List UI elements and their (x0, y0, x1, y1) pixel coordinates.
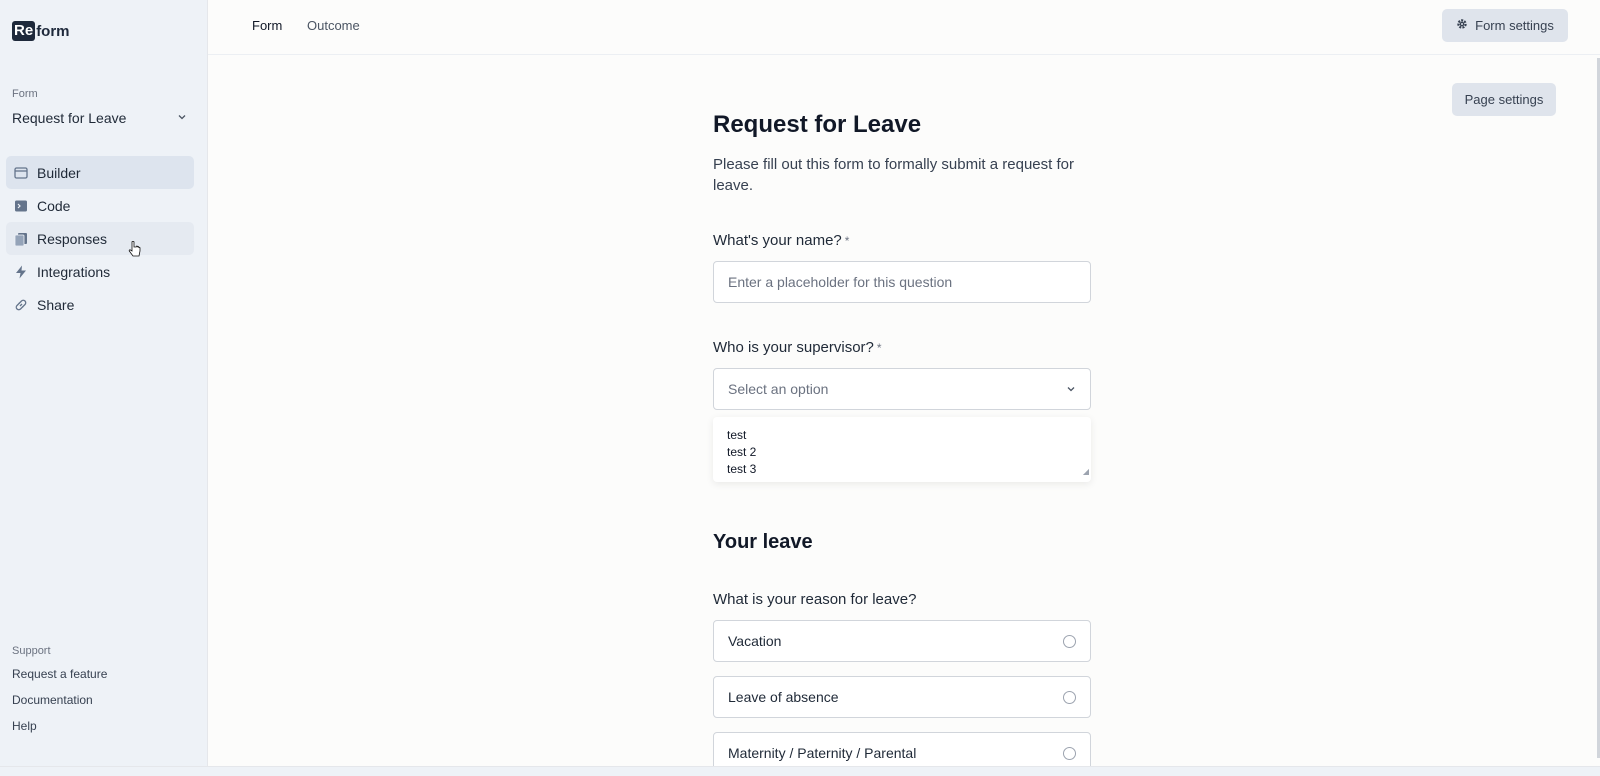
question-label-text: What's your name? (713, 232, 842, 249)
tab-form[interactable]: Form (252, 18, 282, 33)
logo-prefix: Re (12, 21, 36, 41)
form-description[interactable]: Please fill out this form to formally su… (713, 154, 1093, 196)
question-reason-label[interactable]: What is your reason for leave? (713, 591, 916, 608)
required-marker: * (876, 341, 882, 355)
support-section: Support Request a feature Documentation … (12, 645, 107, 745)
form-switcher-label: Request for Leave (12, 110, 127, 126)
tab-outcome[interactable]: Outcome (307, 18, 360, 33)
logo-suffix: form (36, 22, 70, 40)
documents-icon (14, 232, 28, 246)
sidebar-item-label: Share (37, 296, 75, 313)
top-bar: Form Outcome Form settings (208, 0, 1600, 55)
option-item: test 3 (727, 462, 757, 476)
form-section-label: Form (12, 88, 38, 100)
question-supervisor-label[interactable]: Who is your supervisor? * (713, 339, 882, 356)
request-feature-link[interactable]: Request a feature (12, 667, 107, 681)
radio-option-label: Maternity / Paternity / Parental (728, 745, 917, 761)
form-title[interactable]: Request for Leave (713, 111, 921, 139)
lightning-icon (14, 265, 28, 279)
reform-logo[interactable]: Re form (12, 21, 70, 41)
help-link[interactable]: Help (12, 719, 107, 733)
browser-window-icon (14, 166, 28, 180)
question-name-label[interactable]: What's your name? * (713, 232, 849, 249)
radio-circle-icon[interactable] (1063, 690, 1076, 704)
form-settings-label: Form settings (1475, 18, 1554, 33)
page-settings-button[interactable]: Page settings (1452, 83, 1556, 116)
resize-handle-icon[interactable]: ◢ (1083, 463, 1089, 480)
sidebar-item-label: Responses (37, 230, 108, 247)
support-label: Support (12, 645, 51, 657)
gear-icon (1456, 18, 1468, 33)
name-input-placeholder: Enter a placeholder for this question (728, 274, 953, 290)
supervisor-select[interactable]: Select an option (713, 368, 1091, 410)
radio-option-label: Vacation (728, 633, 782, 649)
radio-circle-icon[interactable] (1063, 746, 1076, 760)
radio-circle-icon[interactable] (1063, 634, 1076, 648)
question-label-text: What is your reason for leave? (713, 591, 917, 608)
sidebar-item-label: Integrations (37, 263, 111, 280)
section-title[interactable]: Your leave (713, 531, 813, 554)
sidebar-item-integrations[interactable]: Integrations (6, 255, 194, 288)
sidebar-item-builder[interactable]: Builder (6, 156, 194, 189)
supervisor-options-editor[interactable]: test test 2 test 3 ◢ (713, 417, 1091, 482)
name-input[interactable]: Enter a placeholder for this question (713, 261, 1091, 303)
option-item: test 2 (727, 445, 757, 459)
form-settings-button[interactable]: Form settings (1442, 9, 1568, 42)
sidebar-item-share[interactable]: Share (6, 288, 194, 321)
sidebar-item-code[interactable]: Code (6, 189, 194, 222)
radio-option-label: Leave of absence (728, 689, 839, 705)
question-label-text: Who is your supervisor? (713, 339, 874, 356)
link-icon (14, 298, 28, 312)
mouse-pointer-icon (128, 241, 141, 257)
sidebar-item-label: Builder (37, 164, 81, 181)
sidebar-item-label: Code (37, 197, 71, 214)
bottom-edge (0, 766, 1600, 776)
supervisor-select-placeholder: Select an option (728, 381, 829, 397)
documentation-link[interactable]: Documentation (12, 693, 107, 707)
sidebar-item-responses[interactable]: Responses (6, 222, 194, 255)
chevron-down-icon (177, 112, 187, 125)
radio-option-leave-of-absence[interactable]: Leave of absence (713, 676, 1091, 718)
sidebar: Re form Form Request for Leave Builder C… (0, 0, 208, 776)
terminal-icon (14, 199, 28, 213)
chevron-down-icon (1066, 381, 1076, 397)
radio-option-vacation[interactable]: Vacation (713, 620, 1091, 662)
option-item: test (727, 428, 747, 442)
sidebar-nav: Builder Code Responses Integrations Shar… (6, 156, 194, 321)
required-marker: * (844, 234, 850, 248)
form-switcher[interactable]: Request for Leave (12, 110, 187, 126)
